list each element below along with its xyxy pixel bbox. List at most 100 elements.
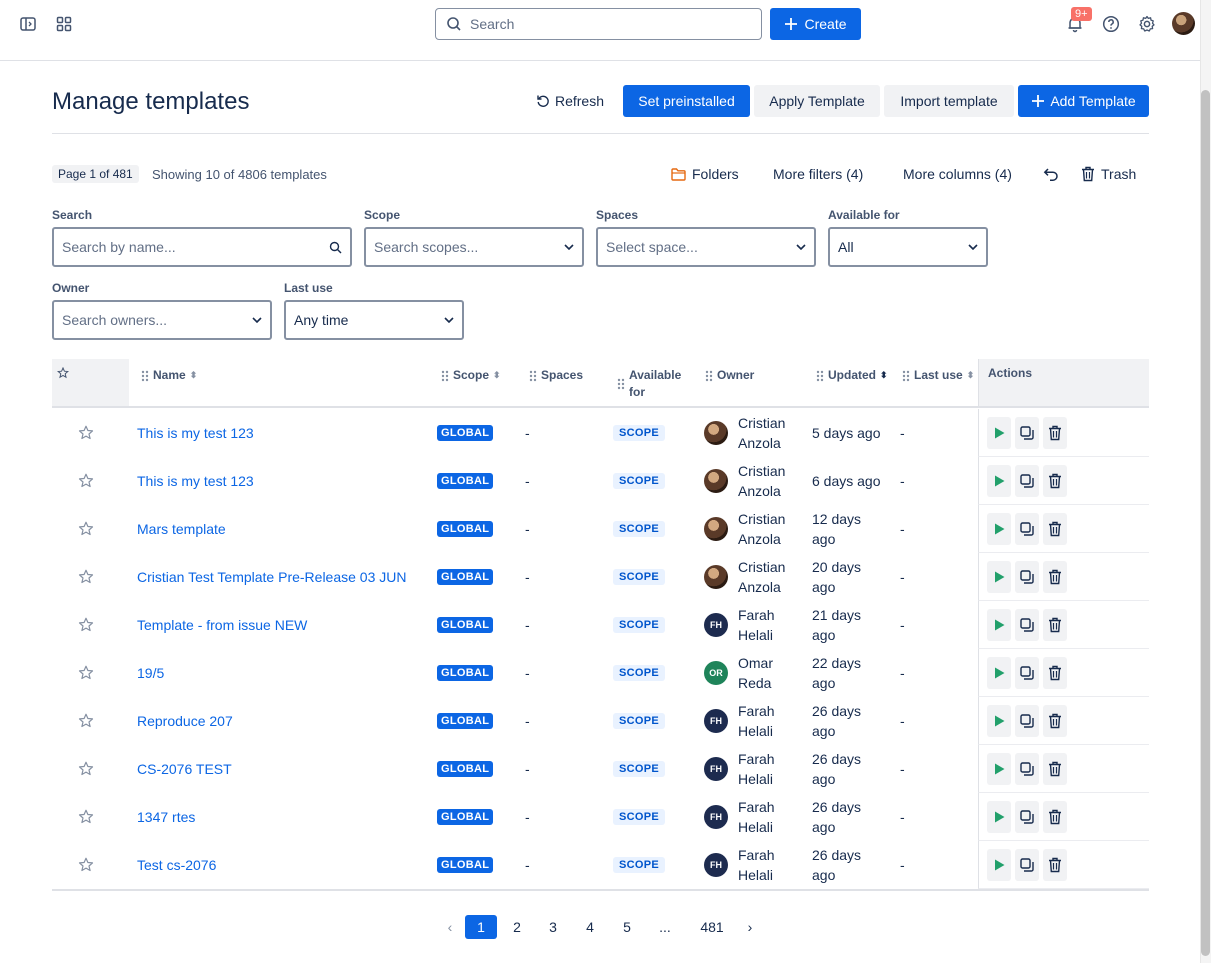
global-search-input[interactable]: Search xyxy=(435,8,762,40)
drag-handle-icon[interactable] xyxy=(705,370,713,382)
template-name-link[interactable]: This is my test 123 xyxy=(137,409,254,457)
favorite-star-icon[interactable] xyxy=(78,841,94,889)
drag-handle-icon[interactable] xyxy=(902,370,910,382)
apply-template-button[interactable]: Apply Template xyxy=(754,85,880,117)
apply-play-icon[interactable] xyxy=(987,848,1011,881)
duplicate-icon[interactable] xyxy=(1015,608,1039,641)
apply-play-icon[interactable] xyxy=(987,464,1011,497)
delete-trash-icon[interactable] xyxy=(1043,560,1067,593)
delete-trash-icon[interactable] xyxy=(1043,752,1067,785)
apply-play-icon[interactable] xyxy=(987,608,1011,641)
delete-trash-icon[interactable] xyxy=(1043,464,1067,497)
drag-handle-icon[interactable] xyxy=(141,370,149,382)
column-header-spaces[interactable]: Spaces xyxy=(529,367,583,384)
apply-play-icon[interactable] xyxy=(987,704,1011,737)
folders-button[interactable]: Folders xyxy=(671,162,739,186)
search-filter-input[interactable]: Search by name... xyxy=(52,227,352,267)
duplicate-icon[interactable] xyxy=(1015,800,1039,833)
page-button[interactable]: 5 xyxy=(611,915,643,939)
delete-trash-icon[interactable] xyxy=(1043,800,1067,833)
next-page-chevron-icon[interactable]: › xyxy=(734,915,766,939)
column-header-updated[interactable]: Updated ⬍ xyxy=(816,367,888,384)
user-avatar[interactable] xyxy=(1172,12,1195,35)
more-columns-button[interactable]: More columns (4) xyxy=(903,162,1012,186)
template-name-link[interactable]: Template - from issue NEW xyxy=(137,601,307,649)
template-name-link[interactable]: Test cs-2076 xyxy=(137,841,216,889)
template-name-link[interactable]: 19/5 xyxy=(137,649,164,697)
drag-handle-icon[interactable] xyxy=(617,378,625,390)
owner-filter-select[interactable]: Search owners... xyxy=(52,300,272,340)
settings-gear-icon[interactable] xyxy=(1135,12,1159,36)
favorite-star-icon[interactable] xyxy=(78,697,94,745)
duplicate-icon[interactable] xyxy=(1015,752,1039,785)
refresh-button[interactable]: Refresh xyxy=(530,85,610,117)
template-name-link[interactable]: CS-2076 TEST xyxy=(137,745,232,793)
apply-play-icon[interactable] xyxy=(987,752,1011,785)
column-header-available-for[interactable]: Available for xyxy=(617,367,681,401)
apply-play-icon[interactable] xyxy=(987,512,1011,545)
page-button[interactable]: 3 xyxy=(537,915,569,939)
scope-filter-select[interactable]: Search scopes... xyxy=(364,227,584,267)
delete-trash-icon[interactable] xyxy=(1043,704,1067,737)
trash-button[interactable]: Trash xyxy=(1081,162,1136,186)
delete-trash-icon[interactable] xyxy=(1043,656,1067,689)
create-button[interactable]: Create xyxy=(770,8,861,40)
apply-play-icon[interactable] xyxy=(987,560,1011,593)
add-template-button[interactable]: Add Template xyxy=(1018,85,1149,117)
import-template-button[interactable]: Import template xyxy=(884,85,1014,117)
delete-trash-icon[interactable] xyxy=(1043,416,1067,449)
app-switcher-icon[interactable] xyxy=(52,12,76,36)
page-button[interactable]: 481 xyxy=(696,915,728,939)
column-header-last-use[interactable]: Last use ⬍ xyxy=(902,367,974,384)
delete-trash-icon[interactable] xyxy=(1043,608,1067,641)
row-actions xyxy=(978,649,1149,697)
sidebar-toggle-icon[interactable] xyxy=(16,12,40,36)
duplicate-icon[interactable] xyxy=(1015,656,1039,689)
drag-handle-icon[interactable] xyxy=(441,370,449,382)
favorite-star-icon[interactable] xyxy=(78,649,94,697)
duplicate-icon[interactable] xyxy=(1015,512,1039,545)
duplicate-icon[interactable] xyxy=(1015,464,1039,497)
undo-icon[interactable] xyxy=(1043,162,1059,186)
apply-play-icon[interactable] xyxy=(987,416,1011,449)
column-header-scope[interactable]: Scope ⬍ xyxy=(441,367,501,384)
template-name-link[interactable]: Mars template xyxy=(137,505,226,553)
favorite-star-icon[interactable] xyxy=(78,505,94,553)
available-for-filter-select[interactable]: All xyxy=(828,227,988,267)
duplicate-icon[interactable] xyxy=(1015,704,1039,737)
duplicate-icon[interactable] xyxy=(1015,560,1039,593)
column-header-name[interactable]: Name ⬍ xyxy=(141,367,197,384)
spaces-filter-select[interactable]: Select space... xyxy=(596,227,816,267)
favorite-star-icon[interactable] xyxy=(78,601,94,649)
template-name-link[interactable]: Cristian Test Template Pre-Release 03 JU… xyxy=(137,553,407,601)
apply-play-icon[interactable] xyxy=(987,656,1011,689)
favorite-star-icon[interactable] xyxy=(78,553,94,601)
favorite-star-icon[interactable] xyxy=(78,457,94,505)
folders-label: Folders xyxy=(692,166,739,182)
duplicate-icon[interactable] xyxy=(1015,848,1039,881)
apply-play-icon[interactable] xyxy=(987,800,1011,833)
duplicate-icon[interactable] xyxy=(1015,416,1039,449)
drag-handle-icon[interactable] xyxy=(529,370,537,382)
previous-page-chevron-icon[interactable]: ‹ xyxy=(434,915,466,939)
help-icon[interactable] xyxy=(1099,12,1123,36)
favorite-star-icon[interactable] xyxy=(78,409,94,457)
favorite-column-header[interactable] xyxy=(52,359,129,406)
delete-trash-icon[interactable] xyxy=(1043,848,1067,881)
template-name-link[interactable]: This is my test 123 xyxy=(137,457,254,505)
drag-handle-icon[interactable] xyxy=(816,370,824,382)
more-filters-button[interactable]: More filters (4) xyxy=(773,162,863,186)
page-button[interactable]: 1 xyxy=(465,915,497,939)
favorite-star-icon[interactable] xyxy=(78,745,94,793)
template-name-link[interactable]: Reproduce 207 xyxy=(137,697,233,745)
favorite-star-icon[interactable] xyxy=(78,793,94,841)
page-button[interactable]: 2 xyxy=(501,915,533,939)
template-name-link[interactable]: 1347 rtes xyxy=(137,793,195,841)
delete-trash-icon[interactable] xyxy=(1043,512,1067,545)
column-header-owner[interactable]: Owner xyxy=(705,367,754,384)
page-button[interactable]: 4 xyxy=(574,915,606,939)
last-use-filter-select[interactable]: Any time xyxy=(284,300,464,340)
scrollbar-thumb[interactable] xyxy=(1201,90,1210,956)
set-preinstalled-button[interactable]: Set preinstalled xyxy=(623,85,750,117)
last-use-value: - xyxy=(900,473,905,489)
